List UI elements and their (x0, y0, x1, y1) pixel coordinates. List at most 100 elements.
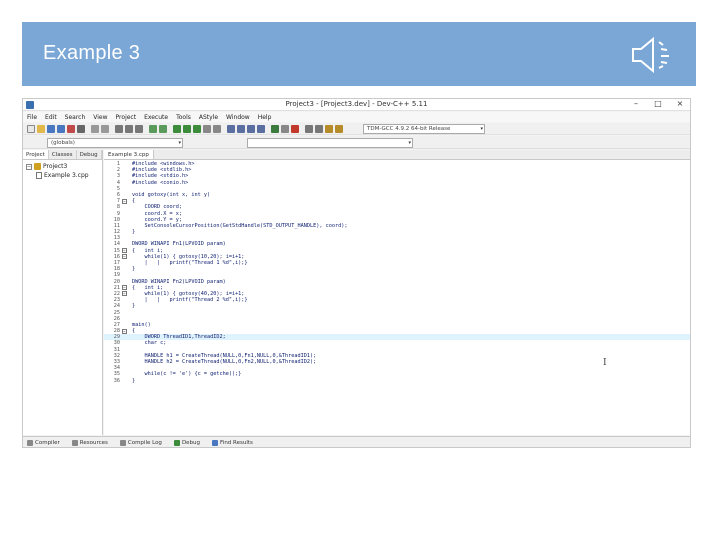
close-button[interactable]: × (674, 99, 686, 108)
file-icon (36, 172, 42, 179)
rebuild-icon[interactable] (203, 125, 211, 133)
menu-help[interactable]: Help (258, 114, 272, 121)
text-cursor-icon: I (603, 358, 607, 368)
maximize-button[interactable]: □ (652, 99, 664, 108)
find-icon[interactable] (115, 125, 123, 133)
tab-resources-label: Resources (79, 440, 108, 446)
scope-select[interactable]: (globals) ▾ (47, 138, 183, 148)
unindent-icon[interactable] (159, 125, 167, 133)
title-bar: Project3 - [Project3.dev] - Dev-C++ 5.11… (23, 99, 690, 111)
menu-tools[interactable]: Tools (176, 114, 191, 121)
compiler-select[interactable]: TDM-GCC 4.9.2 64-bit Release ▾ (363, 124, 485, 134)
tab-compile-log-label: Compile Log (127, 440, 162, 446)
chevron-down-icon: ▾ (178, 140, 181, 146)
project-options-icon[interactable] (257, 125, 265, 133)
stop-execution-icon[interactable] (291, 125, 299, 133)
save-all-icon[interactable] (57, 125, 65, 133)
fold-toggle-icon[interactable]: − (122, 291, 127, 297)
menu-search[interactable]: Search (65, 114, 86, 121)
open-folder-icon[interactable] (37, 125, 45, 133)
debug-icon[interactable] (213, 125, 221, 133)
remove-from-project-icon[interactable] (247, 125, 255, 133)
fold-toggle-icon[interactable]: − (122, 248, 127, 254)
tab-find-results[interactable]: Find Results (212, 440, 253, 446)
tab-project[interactable]: Project (23, 150, 49, 159)
compiler-select-value: TDM-GCC 4.9.2 64-bit Release (367, 126, 451, 132)
find-results-icon (212, 440, 219, 446)
tab-compiler[interactable]: Compiler (27, 440, 60, 446)
tab-compiler-label: Compiler (35, 440, 60, 446)
goto-line-icon[interactable] (135, 125, 143, 133)
line-number: 36 (113, 377, 120, 384)
debug-icon (173, 440, 180, 446)
slide-title-banner: Example 3 (22, 22, 696, 86)
menu-bar: File Edit Search View Project Execute To… (23, 112, 690, 122)
speaker-icon[interactable] (629, 34, 679, 76)
menu-astyle[interactable]: AStyle (199, 114, 218, 121)
fold-toggle-icon[interactable]: − (122, 254, 127, 260)
run-icon[interactable] (183, 125, 191, 133)
tree-node-file[interactable]: Example 3.cpp (26, 171, 99, 180)
menu-window[interactable]: Window (226, 114, 250, 121)
project-panel: Project Classes Debug − Project3 Example… (23, 150, 103, 435)
file-name: Example 3.cpp (44, 172, 89, 179)
main-toolbar: TDM-GCC 4.9.2 64-bit Release ▾ (23, 123, 690, 135)
chart-icon[interactable] (305, 125, 313, 133)
code-text: } (132, 377, 136, 384)
tab-resources[interactable]: Resources (71, 440, 108, 446)
tab-find-results-label: Find Results (220, 440, 253, 446)
code-area[interactable]: 1 #include <windows.h> 2 #include <stdlib.h… (104, 161, 690, 384)
add-to-project-icon[interactable] (237, 125, 245, 133)
class-toolbar: (globals) ▾ ▾ (23, 136, 690, 149)
menu-file[interactable]: File (27, 114, 37, 121)
chevron-down-icon: ▾ (480, 126, 483, 132)
tab-classes[interactable]: Classes (49, 150, 77, 159)
undo-icon[interactable] (91, 125, 99, 133)
package-icon[interactable] (325, 125, 333, 133)
replace-icon[interactable] (125, 125, 133, 133)
compile-run-icon[interactable] (193, 125, 201, 133)
bottom-panel-tabs: Compiler Resources Compile Log Debug Fin… (23, 436, 690, 447)
fold-toggle-icon[interactable]: − (122, 285, 127, 291)
redo-icon[interactable] (101, 125, 109, 133)
check-syntax-icon[interactable] (271, 125, 279, 133)
window-title: Project3 - [Project3.dev] - Dev-C++ 5.11 (285, 100, 428, 108)
fold-toggle-icon[interactable]: − (122, 328, 127, 334)
code-line[interactable]: 36} (104, 377, 690, 384)
tab-debug[interactable]: Debug (77, 150, 102, 159)
project-name: Project3 (43, 163, 68, 170)
compiler-icon (27, 440, 33, 446)
editor-tab-example3[interactable]: Example 3.cpp (104, 150, 154, 159)
tool-icon[interactable] (335, 125, 343, 133)
scope-select-value: (globals) (51, 140, 75, 146)
compile-icon[interactable] (173, 125, 181, 133)
compile-log-icon (119, 440, 126, 446)
print-icon[interactable] (77, 125, 85, 133)
save-icon[interactable] (47, 125, 55, 133)
menu-edit[interactable]: Edit (45, 114, 57, 121)
new-project-icon[interactable] (227, 125, 235, 133)
fold-toggle-icon[interactable]: − (122, 198, 127, 204)
menu-project[interactable]: Project (116, 114, 137, 121)
tree-node-project[interactable]: − Project3 (26, 162, 99, 171)
slide-title: Example 3 (43, 42, 141, 64)
editor-tabs: Example 3.cpp (104, 150, 690, 160)
tab-compile-log[interactable]: Compile Log (119, 440, 162, 446)
properties-icon[interactable] (315, 125, 323, 133)
resources-icon (71, 440, 78, 446)
collapse-icon[interactable]: − (26, 163, 32, 170)
menu-view[interactable]: View (93, 114, 107, 121)
code-editor[interactable]: Example 3.cpp 1 #include <windows.h> 2 #inc… (104, 150, 690, 435)
close-file-icon[interactable] (67, 125, 75, 133)
minimize-button[interactable]: – (630, 99, 642, 108)
project-icon (34, 163, 41, 170)
panel-tabs: Project Classes Debug (23, 150, 102, 160)
new-file-icon[interactable] (27, 125, 35, 133)
tab-debug-label: Debug (181, 440, 201, 446)
tab-debug-output[interactable]: Debug (173, 440, 201, 446)
menu-execute[interactable]: Execute (144, 114, 168, 121)
chevron-down-icon: ▾ (408, 140, 411, 146)
indent-icon[interactable] (149, 125, 157, 133)
member-select[interactable]: ▾ (247, 138, 413, 148)
profile-icon[interactable] (281, 125, 289, 133)
